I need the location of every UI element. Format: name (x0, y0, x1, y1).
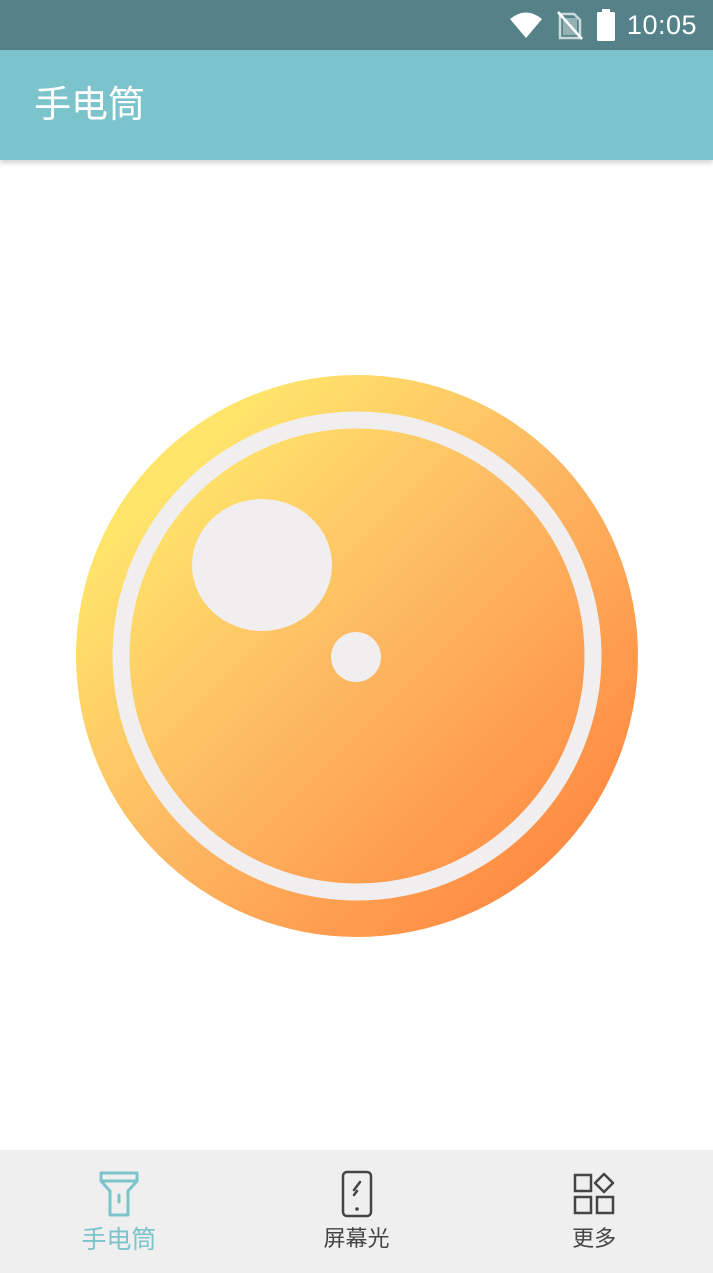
nav-label-screen-light: 屏幕光 (323, 1227, 390, 1252)
battery-icon (596, 9, 615, 41)
flashlight-lens-icon (76, 375, 638, 937)
nav-label-flashlight: 手电筒 (81, 1225, 157, 1254)
flashlight-toggle-button[interactable] (76, 375, 638, 937)
page-title: 手电筒 (34, 83, 145, 126)
status-time: 10:05 (626, 9, 697, 40)
nav-item-more[interactable]: 更多 (475, 1150, 713, 1273)
flashlight-icon (95, 1168, 143, 1220)
status-bar: 10:05 (0, 0, 713, 50)
app-bar: 手电筒 (0, 50, 713, 160)
no-sim-icon (556, 10, 583, 40)
wifi-icon (509, 11, 543, 39)
nav-item-flashlight[interactable]: 手电筒 (0, 1150, 238, 1273)
bottom-navigation: 手电筒 屏幕光 更多 (0, 1150, 713, 1273)
more-apps-icon (570, 1168, 618, 1220)
main-content (0, 160, 713, 1150)
status-icons: 10:05 (509, 0, 697, 50)
nav-label-more: 更多 (572, 1227, 617, 1252)
phone-screen-icon (333, 1168, 381, 1220)
nav-item-screen-light[interactable]: 屏幕光 (238, 1150, 476, 1273)
